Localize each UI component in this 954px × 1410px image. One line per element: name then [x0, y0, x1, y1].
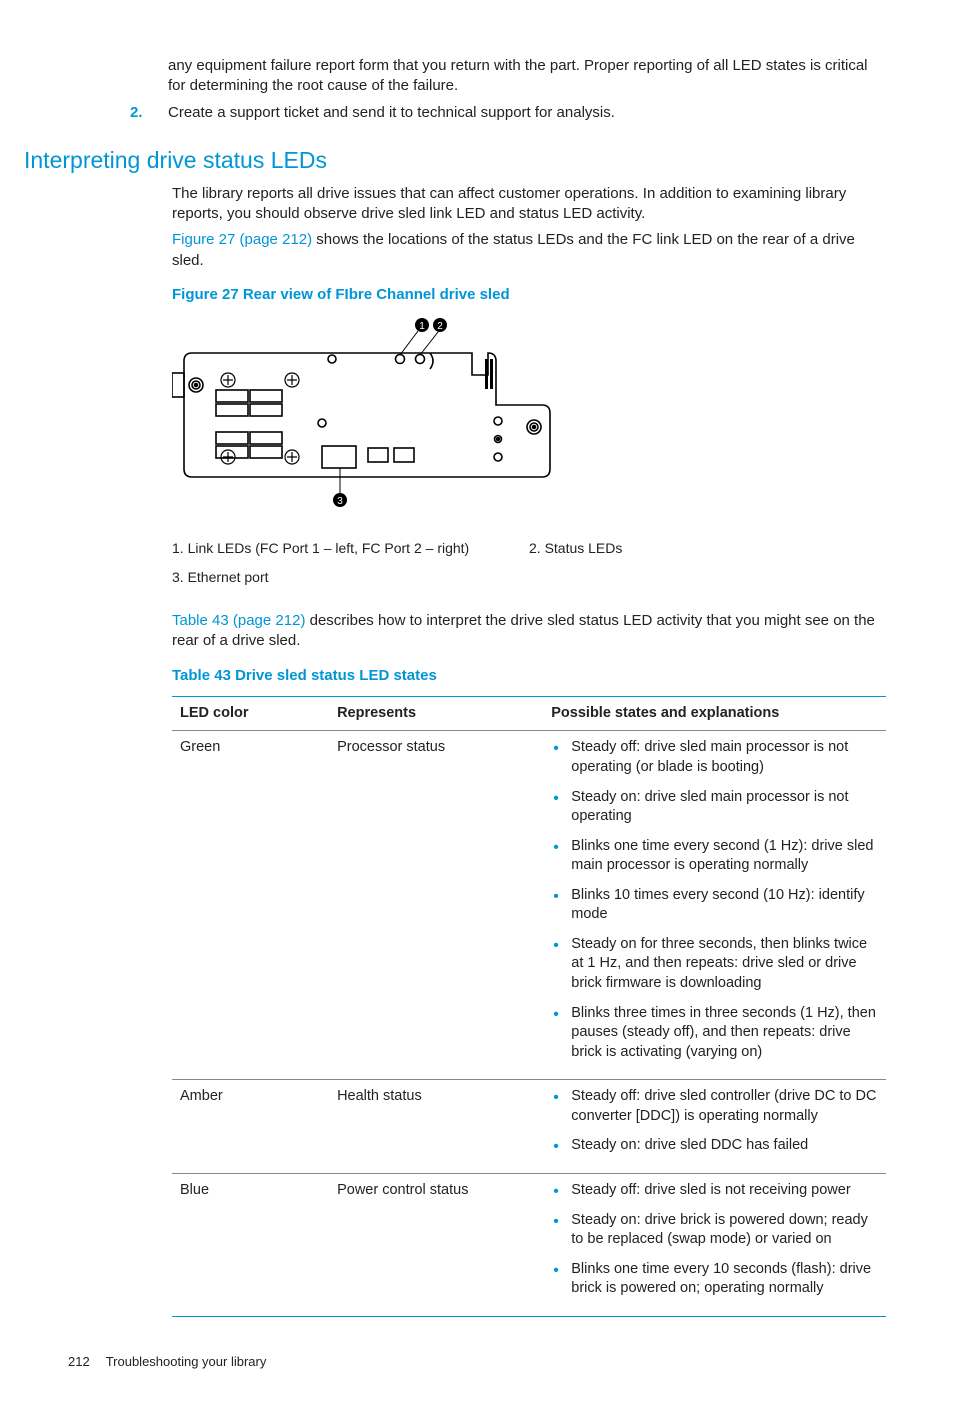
cell-represents: Processor status [329, 731, 543, 1080]
state-item: Blinks three times in three seconds (1 H… [567, 1004, 878, 1063]
figure-link[interactable]: Figure 27 (page 212) [172, 231, 312, 248]
page-number: 212 [68, 1353, 90, 1371]
legend-item-3: 3. Ethernet port [172, 568, 529, 587]
intro-paragraph-continued: any equipment failure report form that y… [68, 56, 886, 97]
th-states: Possible states and explanations [543, 696, 886, 731]
state-item: Steady off: drive sled controller (drive… [567, 1087, 878, 1126]
page-footer: 212 Troubleshooting your library [68, 1353, 886, 1371]
cell-color: Amber [172, 1080, 329, 1174]
cell-states: Steady off: drive sled controller (drive… [543, 1080, 886, 1174]
table-row: BluePower control status Steady off: driv… [172, 1173, 886, 1316]
paragraph-1: The library reports all drive issues tha… [172, 184, 886, 225]
step-text: Create a support ticket and send it to t… [168, 104, 615, 121]
svg-text:1: 1 [419, 321, 425, 332]
state-item: Blinks one time every second (1 Hz): dri… [567, 837, 878, 876]
drive-sled-diagram: 1 2 3 [172, 315, 886, 521]
legend-item-2: 2. Status LEDs [529, 539, 886, 558]
state-item: Steady on: drive sled main processor is … [567, 788, 878, 827]
legend-item-1: 1. Link LEDs (FC Port 1 – left, FC Port … [172, 539, 529, 558]
step-2: 2. Create a support ticket and send it t… [168, 103, 886, 123]
cell-states: Steady off: drive sled main processor is… [543, 731, 886, 1080]
th-color: LED color [172, 696, 329, 731]
state-item: Steady on: drive sled DDC has failed [567, 1136, 878, 1156]
footer-title: Troubleshooting your library [106, 1353, 267, 1371]
table-caption: Table 43 Drive sled status LED states [172, 666, 886, 686]
cell-represents: Health status [329, 1080, 543, 1174]
cell-color: Blue [172, 1173, 329, 1316]
svg-text:2: 2 [437, 321, 443, 332]
table-link[interactable]: Table 43 (page 212) [172, 612, 305, 629]
th-represents: Represents [329, 696, 543, 731]
table-row: AmberHealth status Steady off: drive sled… [172, 1080, 886, 1174]
led-states-table: LED color Represents Possible states and… [172, 696, 886, 1317]
table-row: GreenProcessor status Steady off: drive s… [172, 731, 886, 1080]
step-list: 2. Create a support ticket and send it t… [68, 103, 886, 123]
svg-text:3: 3 [337, 496, 343, 507]
state-item: Steady off: drive sled is not receiving … [567, 1181, 878, 1201]
state-item: Steady on for three seconds, then blinks… [567, 935, 878, 994]
step-number: 2. [130, 103, 143, 123]
state-item: Steady on: drive brick is powered down; … [567, 1211, 878, 1250]
cell-color: Green [172, 731, 329, 1080]
paragraph-2: Figure 27 (page 212) shows the locations… [172, 230, 886, 271]
paragraph-3: Table 43 (page 212) describes how to int… [172, 611, 886, 652]
section-heading: Interpreting drive status LEDs [24, 145, 886, 176]
figure-legend: 1. Link LEDs (FC Port 1 – left, FC Port … [172, 539, 886, 597]
state-item: Steady off: drive sled main processor is… [567, 738, 878, 777]
figure-caption: Figure 27 Rear view of FIbre Channel dri… [172, 285, 886, 305]
state-item: Blinks 10 times every second (10 Hz): id… [567, 886, 878, 925]
cell-states: Steady off: drive sled is not receiving … [543, 1173, 886, 1316]
cell-represents: Power control status [329, 1173, 543, 1316]
state-item: Blinks one time every 10 seconds (flash)… [567, 1260, 878, 1299]
